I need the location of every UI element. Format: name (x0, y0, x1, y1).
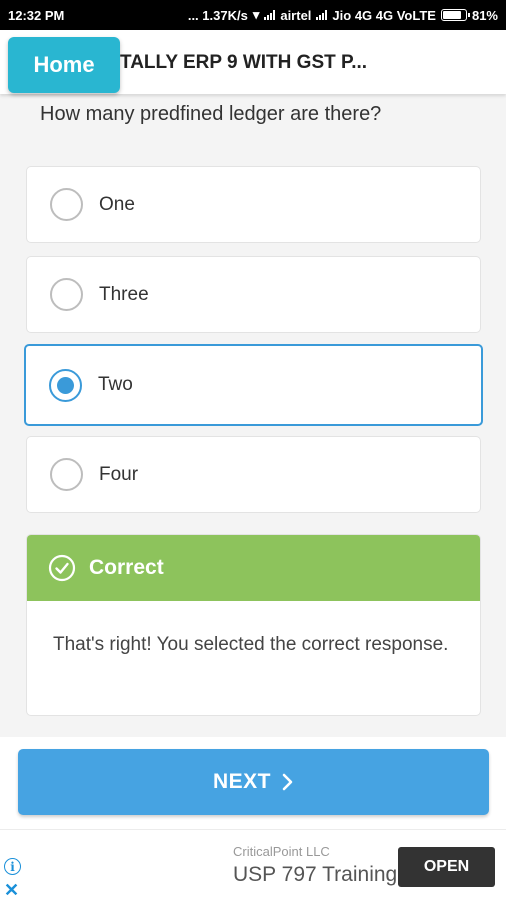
ad-company: CriticalPoint LLC (233, 844, 330, 859)
wifi-icon: ▾ (252, 7, 260, 22)
ad-close-icon[interactable]: ✕ (4, 880, 19, 900)
option-label: Two (98, 374, 133, 395)
feedback-title: Correct (89, 556, 164, 579)
radio-button-selected[interactable] (49, 368, 82, 402)
ad-open-button[interactable]: OPEN (398, 847, 495, 887)
feedback-message: That's right! You selected the correct r… (53, 634, 449, 655)
battery-icon (440, 9, 470, 21)
feedback-header: Correct (27, 535, 480, 601)
ad-headline: USP 797 Training (233, 863, 398, 886)
question-text: How many predfined ledger are there? (40, 103, 382, 125)
option-label: Three (99, 283, 149, 305)
option-one[interactable]: One (26, 166, 481, 243)
radio-button[interactable] (50, 278, 83, 311)
next-label: NEXT (212, 770, 271, 793)
radio-button[interactable] (50, 188, 83, 221)
option-two[interactable]: Two (24, 344, 483, 426)
home-button[interactable]: Home (8, 37, 120, 93)
feedback-card: Correct That's right! You selected the c… (26, 534, 481, 716)
radio-button[interactable] (50, 458, 83, 491)
ad-banner[interactable]: i ✕ CriticalPoint LLC USP 797 Training O… (0, 829, 506, 900)
status-time: 12:32 PM (8, 7, 65, 23)
option-four[interactable]: Four (26, 436, 481, 513)
signal-icon (264, 10, 276, 20)
signal-icon (316, 10, 328, 20)
ad-info-icon[interactable]: i (4, 858, 21, 875)
carrier-2: Jio 4G 4G VoLTE (332, 7, 436, 23)
option-label: Four (99, 463, 139, 485)
chevron-right-icon (282, 773, 293, 791)
next-button[interactable]: NEXT (18, 749, 489, 815)
status-bar: 12:32 PM ... 1.37K/s ▾ airtel Jio 4G 4G … (0, 0, 506, 30)
check-circle-icon (48, 554, 76, 582)
network-speed: ... 1.37K/s (187, 7, 248, 23)
app-bar: TALLY ERP 9 WITH GST P... Home (0, 30, 506, 94)
page-title: TALLY ERP 9 WITH GST P... (120, 52, 368, 73)
option-three[interactable]: Three (26, 256, 481, 333)
option-label: One (99, 193, 135, 215)
bottom-bar: NEXT (0, 737, 506, 829)
battery-percent: 81% (471, 7, 498, 23)
carrier-1: airtel (280, 7, 312, 23)
